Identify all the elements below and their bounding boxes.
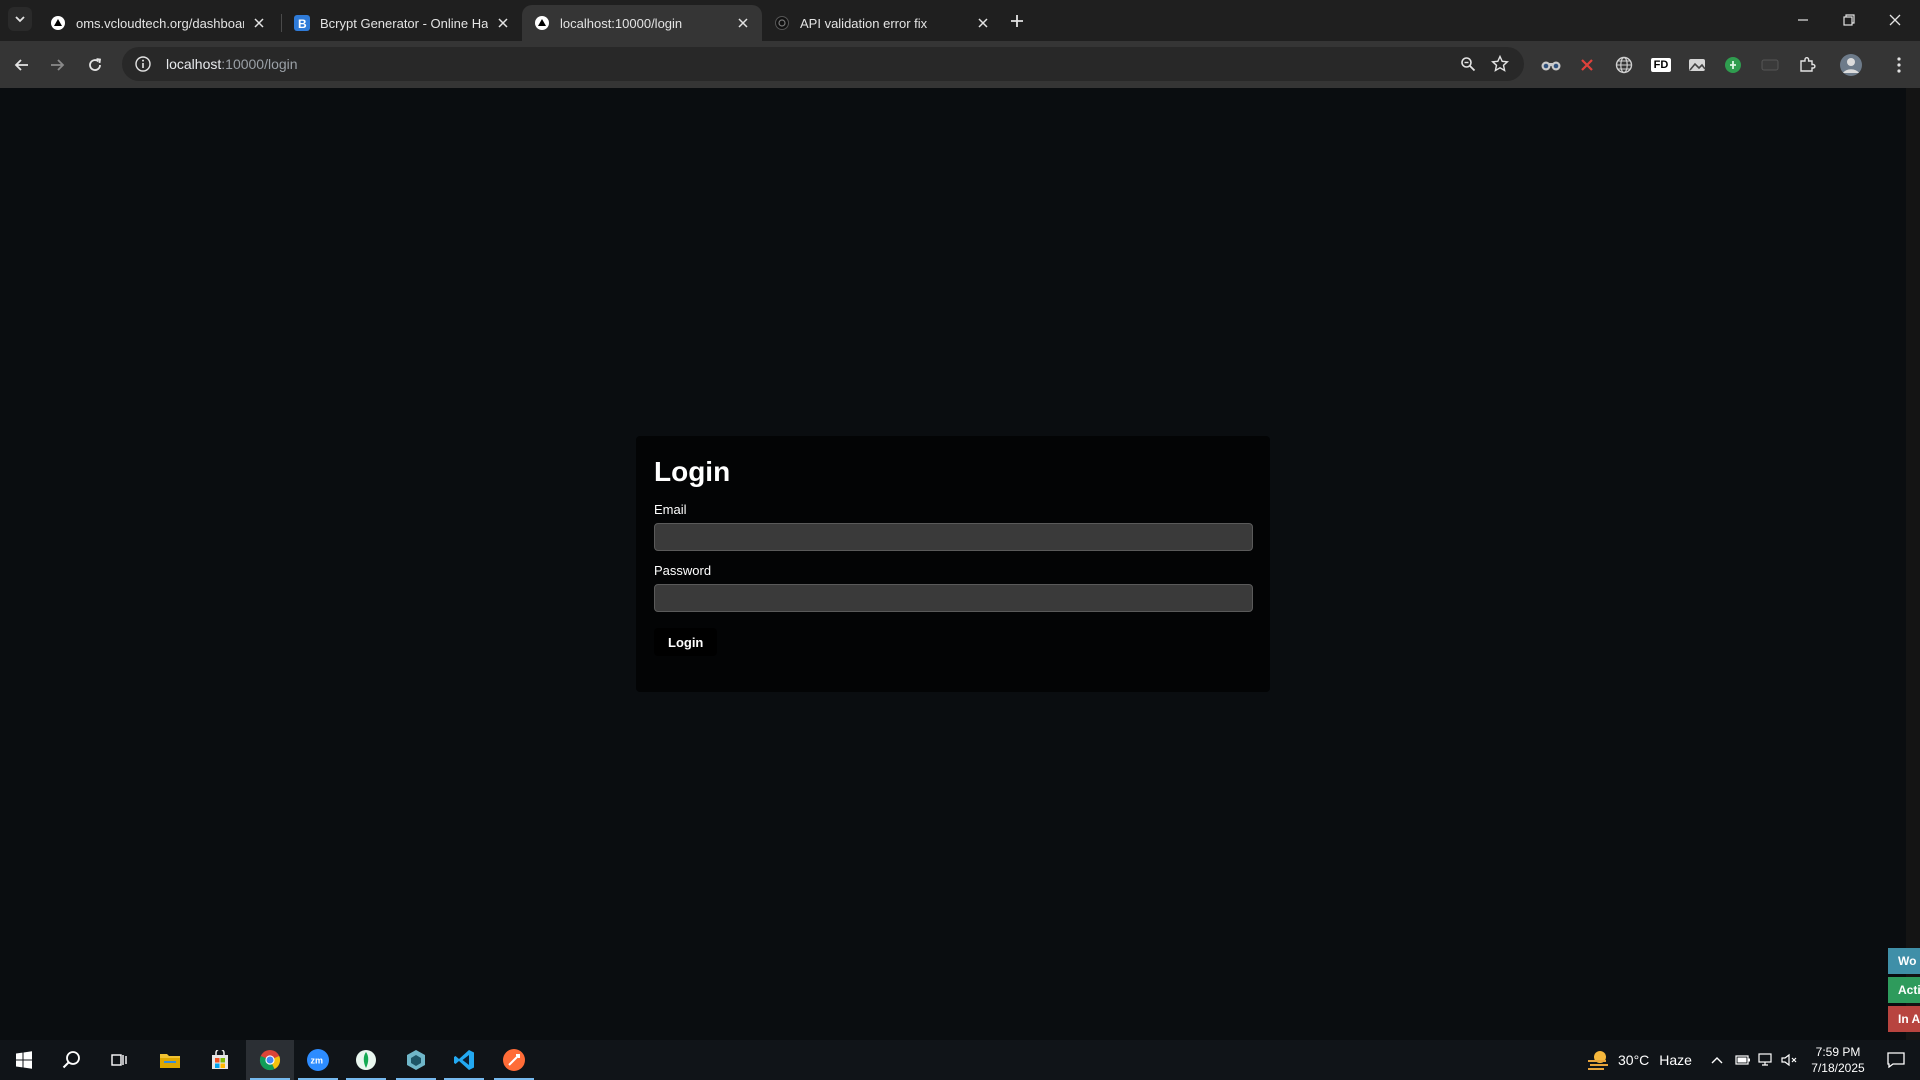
password-label: Password [654, 563, 712, 578]
close-icon[interactable] [734, 14, 752, 32]
tab-search-button[interactable] [8, 7, 32, 31]
address-bar[interactable]: localhost:10000/login [122, 47, 1524, 81]
weather-condition: Haze [1659, 1052, 1692, 1068]
tab-title: API validation error fix [800, 15, 928, 31]
new-tab-button[interactable] [1005, 9, 1029, 33]
green-circle-icon[interactable] [1720, 52, 1746, 78]
svg-text:B: B [298, 17, 307, 31]
forward-button[interactable] [42, 50, 72, 80]
chevron-up-icon[interactable] [1706, 1040, 1728, 1080]
arrow-left-icon [14, 59, 28, 71]
tab-title: localhost:10000/login [560, 15, 683, 31]
clock-date: 7/18/2025 [1811, 1061, 1865, 1075]
plus-icon [1011, 15, 1023, 27]
tab-oms-dashboard[interactable]: oms.vcloudtech.org/dashboard [38, 5, 278, 41]
url-host: localhost [166, 56, 222, 72]
url-path: :10000/login [221, 56, 298, 72]
battery-icon[interactable] [1732, 1040, 1754, 1080]
x-icon[interactable] [1574, 52, 1600, 78]
close-window-button[interactable] [1872, 0, 1918, 40]
weather-temperature: 30°C [1618, 1052, 1650, 1068]
reload-button[interactable] [80, 50, 110, 80]
tab-title: oms.vcloudtech.org/dashboard [76, 15, 244, 31]
side-widget-work[interactable]: Wo [1888, 948, 1920, 974]
triangle-logo-icon [534, 15, 550, 31]
site-info-icon[interactable] [134, 55, 152, 73]
globe-icon[interactable] [1611, 52, 1637, 78]
tab-strip: oms.vcloudtech.org/dashboard B Bcrypt Ge… [0, 0, 1920, 41]
minimize-icon [1798, 19, 1808, 21]
login-button[interactable]: Login [654, 628, 718, 656]
page-title: Login [654, 456, 731, 487]
side-widget-stack: Wo Acti In A [1888, 948, 1920, 1035]
svg-text:zm: zm [311, 1056, 324, 1066]
close-icon [1889, 14, 1901, 26]
bookmark-star-icon[interactable] [1490, 54, 1510, 74]
task-view-icon[interactable] [96, 1040, 144, 1080]
page-viewport: Login Email Password Login Wo Acti In A [0, 88, 1920, 1040]
app-icon[interactable] [392, 1040, 440, 1080]
tab-localhost-login[interactable]: localhost:10000/login [522, 5, 762, 41]
close-icon[interactable] [974, 14, 992, 32]
tab-title: Bcrypt Generator - Online Hash [320, 15, 488, 31]
mongodb-compass-icon[interactable] [342, 1040, 390, 1080]
chevron-down-icon [15, 16, 25, 23]
browser-window: oms.vcloudtech.org/dashboard B Bcrypt Ge… [0, 0, 1920, 1040]
vscode-icon[interactable] [440, 1040, 488, 1080]
volume-muted-icon[interactable] [1779, 1040, 1801, 1080]
store-icon[interactable] [196, 1040, 244, 1080]
back-button[interactable] [7, 50, 37, 80]
restore-button[interactable] [1826, 0, 1872, 40]
file-explorer-icon[interactable] [146, 1040, 194, 1080]
side-widget-active[interactable]: Acti [1888, 977, 1920, 1003]
chatgpt-icon [774, 15, 790, 31]
close-icon[interactable] [250, 14, 268, 32]
fd-label: FD [1650, 58, 1672, 72]
browser-toolbar: localhost:10000/login FD [0, 41, 1920, 88]
search-icon[interactable] [48, 1040, 96, 1080]
postman-icon[interactable] [490, 1040, 538, 1080]
taskbar: zm 30°C Haze 7:59 PM 7/18/2025 [0, 1040, 1920, 1080]
password-field[interactable] [654, 584, 1253, 612]
login-card: Login Email Password Login [636, 436, 1270, 692]
profile-avatar-icon[interactable] [1838, 52, 1864, 78]
triangle-logo-icon [50, 15, 66, 31]
tab-api-validation[interactable]: API validation error fix [762, 5, 1002, 41]
side-widget-inactive[interactable]: In A [1888, 1006, 1920, 1032]
notification-icon[interactable] [1876, 1040, 1916, 1080]
haze-weather-icon [1588, 1051, 1608, 1070]
bcrypt-b-icon: B [294, 15, 310, 31]
url-text[interactable]: localhost:10000/login [166, 56, 298, 72]
zoom-icon[interactable]: zm [294, 1040, 342, 1080]
network-icon[interactable] [1756, 1040, 1778, 1080]
page-scrollbar[interactable] [1906, 88, 1920, 1040]
clock-time: 7:59 PM [1815, 1045, 1861, 1059]
puzzle-icon[interactable] [1794, 52, 1820, 78]
tablet-icon[interactable] [1757, 52, 1783, 78]
system-clock[interactable]: 7:59 PM 7/18/2025 [1806, 1044, 1870, 1076]
weather-widget[interactable]: 30°C Haze [1586, 1040, 1692, 1080]
tab-bcrypt-generator[interactable]: B Bcrypt Generator - Online Hash [282, 5, 522, 41]
restore-icon [1843, 14, 1855, 26]
binoculars-icon[interactable] [1538, 52, 1564, 78]
menu-kebab-icon[interactable] [1886, 52, 1912, 78]
email-field[interactable] [654, 523, 1253, 551]
chrome-icon[interactable] [246, 1040, 294, 1080]
reload-icon [89, 58, 102, 71]
fd-icon[interactable]: FD [1648, 52, 1674, 78]
email-label: Email [654, 502, 687, 517]
minimize-button[interactable] [1780, 0, 1826, 40]
image-icon[interactable] [1684, 52, 1710, 78]
close-icon[interactable] [494, 14, 512, 32]
arrow-right-icon [51, 59, 65, 71]
zoom-icon[interactable] [1458, 54, 1478, 74]
windows-start-icon[interactable] [0, 1040, 48, 1080]
